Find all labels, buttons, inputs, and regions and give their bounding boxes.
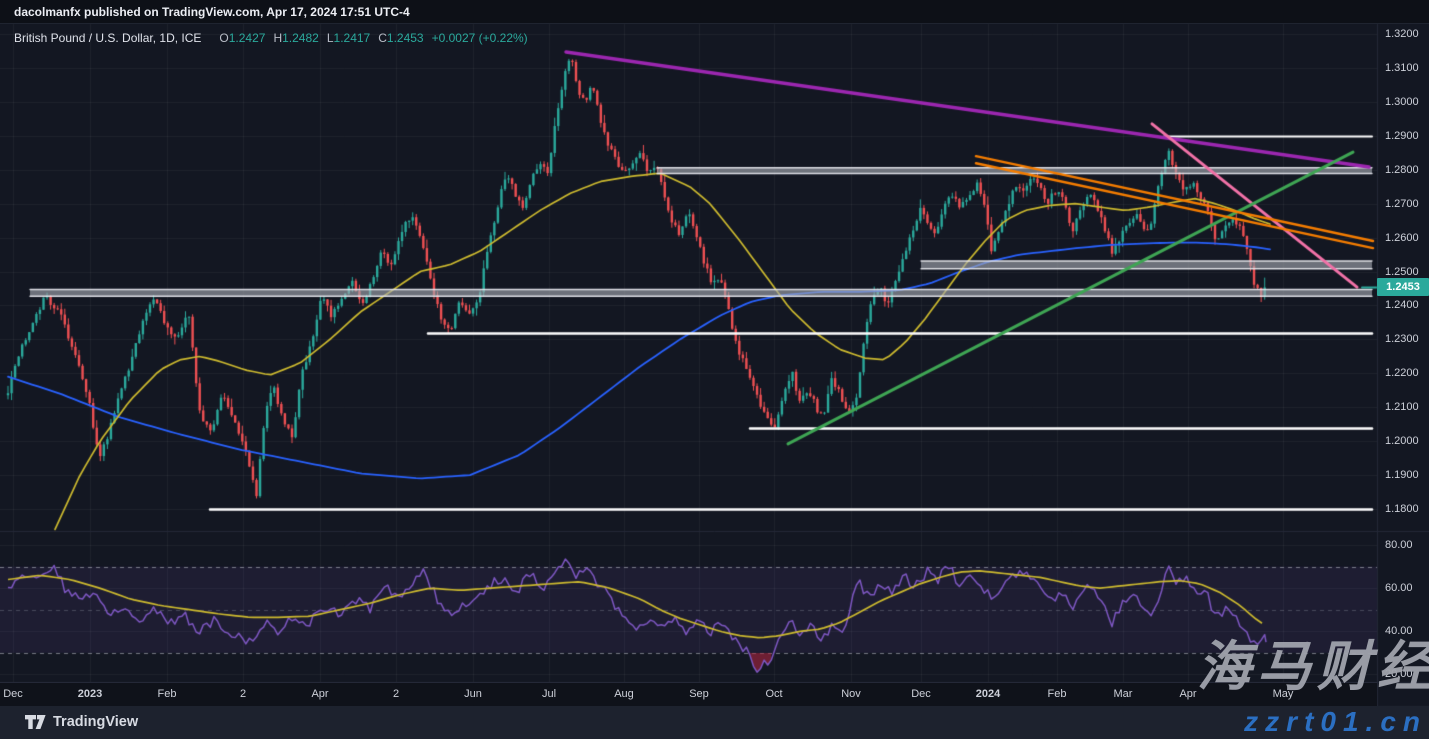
price-axis-label: 1.2800: [1385, 163, 1419, 177]
ohlc-low-value: 1.2417: [334, 31, 371, 45]
time-axis-label: Aug: [614, 688, 634, 700]
time-axis-label: Sep: [689, 688, 709, 700]
change-value: +0.0027 (+0.22%): [432, 31, 528, 45]
price-axis-label: 1.2000: [1385, 434, 1419, 448]
publisher-bar: dacolmanfx published on TradingView.com,…: [0, 0, 1429, 24]
time-axis-label: Apr: [311, 688, 328, 700]
time-axis-label: Oct: [765, 688, 782, 700]
time-axis-label: May: [1273, 688, 1294, 700]
price-axis-label: 1.2700: [1385, 197, 1419, 211]
time-axis-label: 2023: [78, 688, 102, 700]
symbol-legend: British Pound / U.S. Dollar, 1D, ICEO1.2…: [14, 31, 528, 45]
time-axis-label: 2024: [976, 688, 1000, 700]
ohlc-close-value: 1.2453: [387, 31, 424, 45]
ohlc-close-label: C: [378, 31, 387, 45]
price-axis-label: 1.2400: [1385, 298, 1419, 312]
tradingview-logo-text: TradingView: [53, 714, 138, 730]
time-axis: Dec 2023 Feb 2 Apr 2 Jun Jul Aug Sep Oct Nov Dec 2024…: [0, 682, 1377, 707]
time-axis-label: Jul: [542, 688, 556, 700]
ohlc-high-label: H: [273, 31, 282, 45]
price-axis-label: 1.3100: [1385, 61, 1419, 75]
time-axis-label: Jun: [464, 688, 482, 700]
tradingview-logo-icon: [25, 715, 46, 729]
rsi-axis-label: 80.00: [1385, 538, 1413, 552]
price-chart-canvas: [0, 0, 1429, 739]
price-axis-label: 1.2500: [1385, 265, 1419, 279]
time-axis-label: Apr: [1179, 688, 1196, 700]
bottom-bar: [0, 706, 1429, 739]
time-axis-label: 2: [393, 688, 399, 700]
rsi-axis-label: 60.00: [1385, 581, 1413, 595]
price-axis-label: 1.3200: [1385, 27, 1419, 41]
time-axis-label: Feb: [158, 688, 177, 700]
time-axis-label: Mar: [1114, 688, 1133, 700]
price-axis-label: 1.3000: [1385, 95, 1419, 109]
price-axis-label: 1.2100: [1385, 400, 1419, 414]
ohlc-open-value: 1.2427: [229, 31, 266, 45]
ohlc-high-value: 1.2482: [282, 31, 319, 45]
symbol-title: British Pound / U.S. Dollar, 1D, ICE: [14, 31, 201, 45]
price-axis-label: 1.1800: [1385, 502, 1419, 516]
chart-window: dacolmanfx published on TradingView.com,…: [0, 0, 1429, 739]
price-axis: 1.3200 1.3100 1.3000 1.2900 1.2800 1.2700 1.26…: [1378, 24, 1429, 706]
rsi-axis-label: 20.00: [1385, 667, 1413, 681]
last-price-badge: 1.2453: [1377, 278, 1429, 296]
price-axis-label: 1.2600: [1385, 231, 1419, 245]
rsi-axis-label: 40.00: [1385, 624, 1413, 638]
price-axis-label: 1.2300: [1385, 332, 1419, 346]
price-axis-label: 1.1900: [1385, 468, 1419, 482]
time-axis-label: Dec: [911, 688, 931, 700]
publisher-text: dacolmanfx published on TradingView.com,…: [14, 5, 410, 19]
price-axis-label: 1.2200: [1385, 366, 1419, 380]
time-axis-label: Feb: [1048, 688, 1067, 700]
time-axis-label: 2: [240, 688, 246, 700]
ohlc-low-label: L: [327, 31, 334, 45]
tradingview-logo-link[interactable]: TradingView: [25, 714, 138, 730]
ohlc-open-label: O: [219, 31, 228, 45]
time-axis-label: Nov: [841, 688, 861, 700]
time-axis-label: Dec: [3, 688, 23, 700]
price-axis-label: 1.2900: [1385, 129, 1419, 143]
